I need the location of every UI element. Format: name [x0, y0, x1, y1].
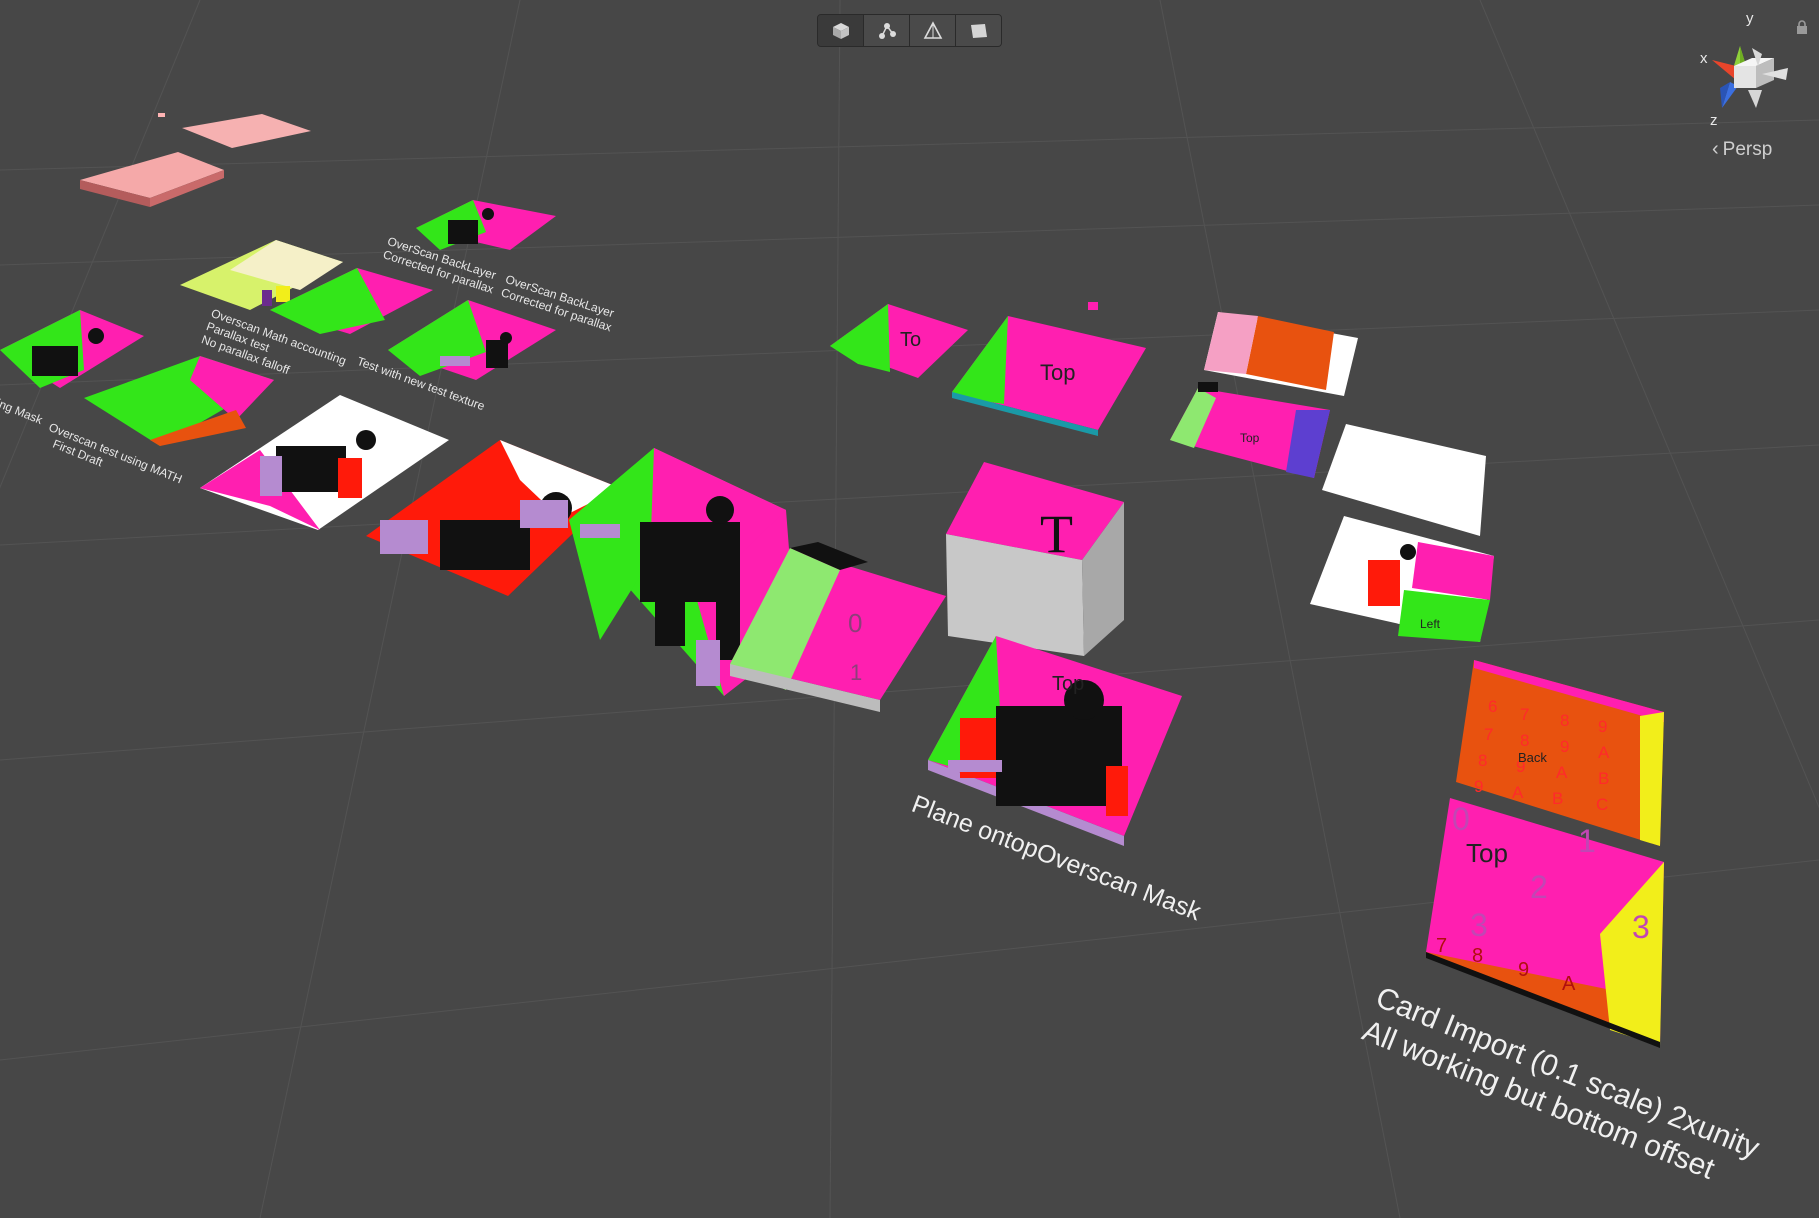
- svg-text:8: 8: [1520, 731, 1529, 750]
- card-new-test-texture[interactable]: [388, 300, 556, 380]
- slab-digit-1: 1: [850, 660, 862, 685]
- svg-text:A: A: [1512, 783, 1524, 802]
- slab-digit-0: 0: [848, 608, 862, 638]
- card-top-1[interactable]: Top: [952, 316, 1146, 436]
- svg-text:3: 3: [1632, 909, 1650, 945]
- svg-text:8: 8: [1472, 945, 1483, 967]
- tiny-pink-marker: [1088, 302, 1098, 310]
- svg-text:2: 2: [1530, 869, 1548, 905]
- svg-text:7: 7: [1520, 705, 1529, 724]
- svg-text:A: A: [1562, 973, 1576, 995]
- svg-text:9: 9: [1518, 959, 1529, 981]
- svg-text:1: 1: [1578, 823, 1596, 859]
- cube-t-grey[interactable]: T: [946, 462, 1124, 656]
- cube-t-letter: T: [1040, 504, 1073, 564]
- svg-text:7: 7: [1484, 725, 1493, 744]
- card-top-small-text: Top: [1240, 431, 1260, 445]
- svg-text:0: 0: [1452, 801, 1470, 837]
- scene-viewport[interactable]: y x z ‹ Persp 0 1 To Top T Top Top Left …: [0, 0, 1819, 1218]
- svg-text:C: C: [1596, 795, 1608, 814]
- card-using-mask[interactable]: [0, 310, 144, 388]
- card-white-red-figure[interactable]: Left: [1310, 516, 1494, 642]
- svg-text:8: 8: [1560, 711, 1569, 730]
- card-orange-stripes[interactable]: [1204, 312, 1358, 396]
- pink-slab-group[interactable]: [80, 113, 311, 207]
- card-top-small[interactable]: Top: [1170, 382, 1330, 478]
- svg-text:9: 9: [1598, 717, 1607, 736]
- svg-text:B: B: [1552, 789, 1563, 808]
- svg-text:9: 9: [1560, 737, 1569, 756]
- card-plane-top-text: Top: [1052, 673, 1084, 695]
- scene-objects: 0 1 To Top T Top Top Left 6 7 8 9 7 8 9 …: [0, 113, 1664, 1048]
- card-back-text: Back: [1518, 750, 1547, 765]
- svg-text:6: 6: [1488, 697, 1497, 716]
- svg-text:3: 3: [1470, 907, 1488, 943]
- svg-text:8: 8: [1478, 751, 1487, 770]
- card-import-top-text: Top: [1466, 838, 1508, 868]
- card-top-1-text: Top: [1040, 360, 1075, 385]
- card-left-text: Left: [1420, 617, 1441, 631]
- card-to-text: To: [900, 329, 921, 351]
- card-overscan-backlayer[interactable]: [416, 200, 556, 250]
- svg-text:B: B: [1598, 769, 1609, 788]
- svg-text:A: A: [1556, 763, 1568, 782]
- svg-text:9: 9: [1474, 777, 1483, 796]
- card-to[interactable]: To: [830, 304, 968, 378]
- card-overscan-test-math[interactable]: [84, 356, 274, 446]
- svg-text:A: A: [1598, 743, 1610, 762]
- svg-text:7: 7: [1436, 935, 1447, 957]
